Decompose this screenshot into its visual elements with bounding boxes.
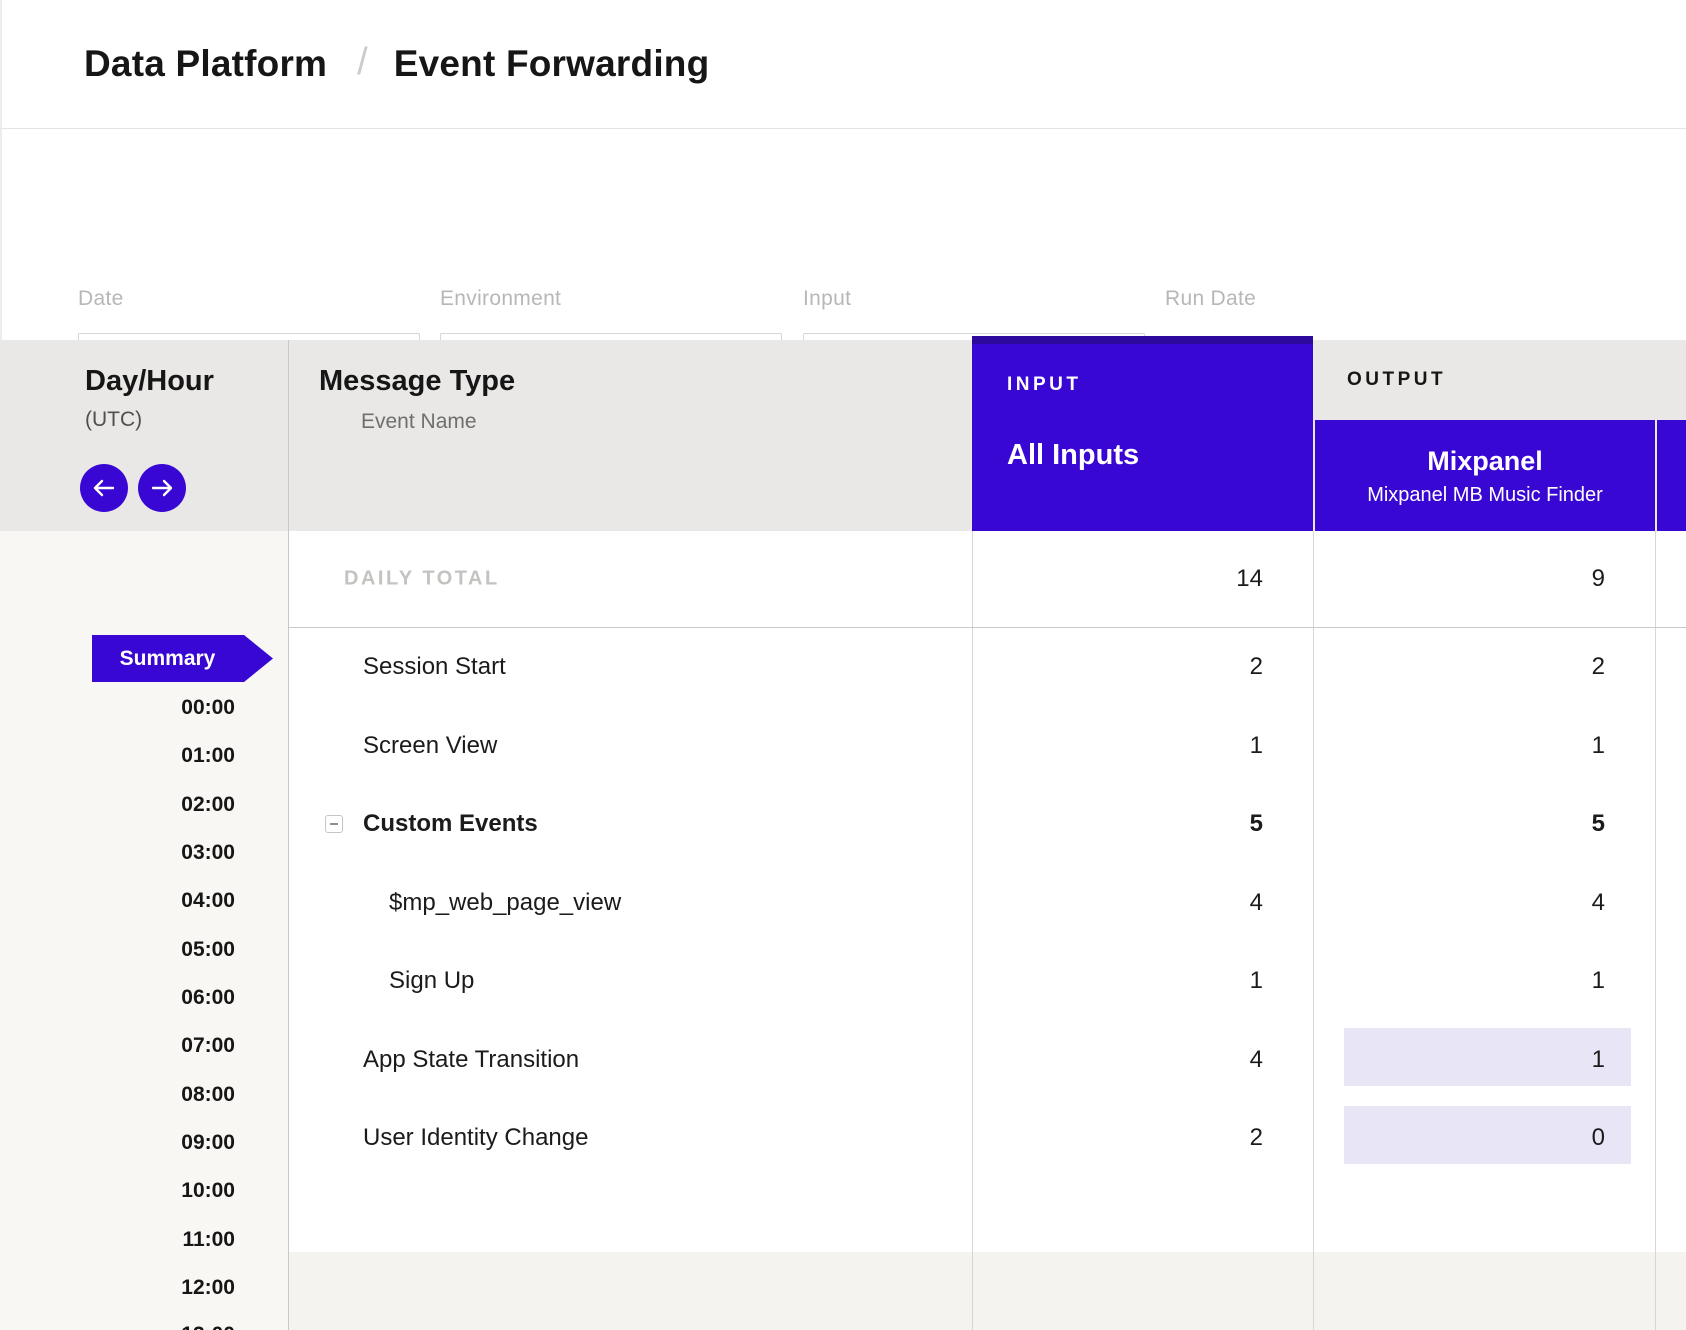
output-column-partial [1657, 420, 1686, 531]
arrow-left-icon [93, 479, 115, 497]
hour-label[interactable]: 13:00 [60, 1322, 235, 1330]
event-forwarding-screen: Data Platform / Event Forwarding Date En… [0, 0, 1686, 1330]
hour-label[interactable]: 10:00 [60, 1178, 235, 1204]
mixpanel-column-subtitle: Mixpanel MB Music Finder [1367, 484, 1603, 507]
collapse-icon[interactable] [325, 815, 343, 833]
table-row: User Identity Change 2 0 [288, 1098, 1686, 1177]
hour-label[interactable]: 03:00 [60, 840, 235, 866]
output-cell-value: 5 [1315, 810, 1605, 838]
page-title: Event Forwarding [394, 43, 710, 85]
input-cell-value: 1 [972, 732, 1263, 760]
row-label: Session Start [363, 653, 506, 681]
mixpanel-column-header: Mixpanel Mixpanel MB Music Finder [1315, 420, 1655, 531]
output-cell-value: 0 [1315, 1124, 1605, 1152]
hour-label[interactable]: 07:00 [60, 1033, 235, 1059]
table-row: Session Start 2 2 [288, 627, 1686, 706]
summary-label: Summary [120, 647, 216, 671]
daily-total-row: DAILY TOTAL 14 9 [288, 531, 1686, 627]
hour-label[interactable]: 11:00 [60, 1227, 235, 1253]
input-cell-value: 4 [972, 1046, 1263, 1074]
daily-total-label: DAILY TOTAL [344, 568, 500, 591]
next-day-button[interactable] [138, 464, 186, 512]
hour-label[interactable]: 02:00 [60, 792, 235, 818]
filter-bar: Date Environment Input Run Date 08/08/20… [0, 129, 1686, 340]
arrow-right-icon [151, 479, 173, 497]
output-section-label: OUTPUT [1347, 369, 1446, 391]
message-type-title: Message Type [319, 365, 515, 398]
environment-filter-label: Environment [440, 287, 561, 311]
row-label: Custom Events [363, 810, 538, 838]
input-section-label: INPUT [1007, 374, 1082, 396]
mixpanel-column-name: Mixpanel [1427, 446, 1543, 477]
input-cell-value: 4 [972, 889, 1263, 917]
row-label: $mp_web_page_view [389, 889, 621, 917]
date-filter-label: Date [78, 287, 124, 311]
breadcrumb: Data Platform / Event Forwarding [0, 0, 1686, 129]
table-row: Custom Events 5 5 [288, 784, 1686, 863]
summary-badge[interactable]: Summary [92, 635, 273, 682]
breadcrumb-parent[interactable]: Data Platform [84, 43, 327, 85]
hour-label[interactable]: 08:00 [60, 1082, 235, 1108]
day-hour-title: Day/Hour [85, 365, 214, 398]
breadcrumb-separator: / [357, 41, 368, 84]
output-cell-value: 1 [1315, 732, 1605, 760]
prev-day-button[interactable] [80, 464, 128, 512]
output-cell-value: 1 [1315, 1046, 1605, 1074]
daily-total-input-value: 14 [972, 565, 1263, 593]
input-cell-value: 5 [972, 810, 1263, 838]
output-cell-value: 1 [1315, 967, 1605, 995]
hour-label[interactable]: 04:00 [60, 888, 235, 914]
row-label: App State Transition [363, 1046, 579, 1074]
day-hour-subtitle: (UTC) [85, 408, 142, 432]
row-label: User Identity Change [363, 1124, 588, 1152]
input-column-top-strip [972, 336, 1313, 344]
input-cell-value: 2 [972, 1124, 1263, 1152]
run-date-label: Run Date [1165, 287, 1256, 311]
input-column-header: INPUT All Inputs [972, 336, 1313, 531]
table-row: App State Transition 4 1 [288, 1020, 1686, 1099]
table-row: Screen View 1 1 [288, 706, 1686, 785]
output-cell-value: 2 [1315, 653, 1605, 681]
row-label: Screen View [363, 732, 497, 760]
input-column-name: All Inputs [1007, 439, 1139, 472]
daily-total-output-value: 9 [1315, 565, 1605, 593]
hour-label[interactable]: 00:00 [60, 695, 235, 721]
input-cell-value: 1 [972, 967, 1263, 995]
hour-label[interactable]: 09:00 [60, 1130, 235, 1156]
input-cell-value: 2 [972, 653, 1263, 681]
hour-label[interactable]: 05:00 [60, 937, 235, 963]
table-row: $mp_web_page_view 4 4 [288, 863, 1686, 942]
table-row: Sign Up 1 1 [288, 941, 1686, 1020]
event-name-subtitle: Event Name [361, 410, 477, 434]
hour-label[interactable]: 06:00 [60, 985, 235, 1011]
output-cell-value: 4 [1315, 889, 1605, 917]
row-label: Sign Up [389, 967, 474, 995]
table-footer-area [288, 1252, 1686, 1330]
hour-label[interactable]: 12:00 [60, 1275, 235, 1301]
hour-label[interactable]: 01:00 [60, 743, 235, 769]
input-filter-label: Input [803, 287, 851, 311]
